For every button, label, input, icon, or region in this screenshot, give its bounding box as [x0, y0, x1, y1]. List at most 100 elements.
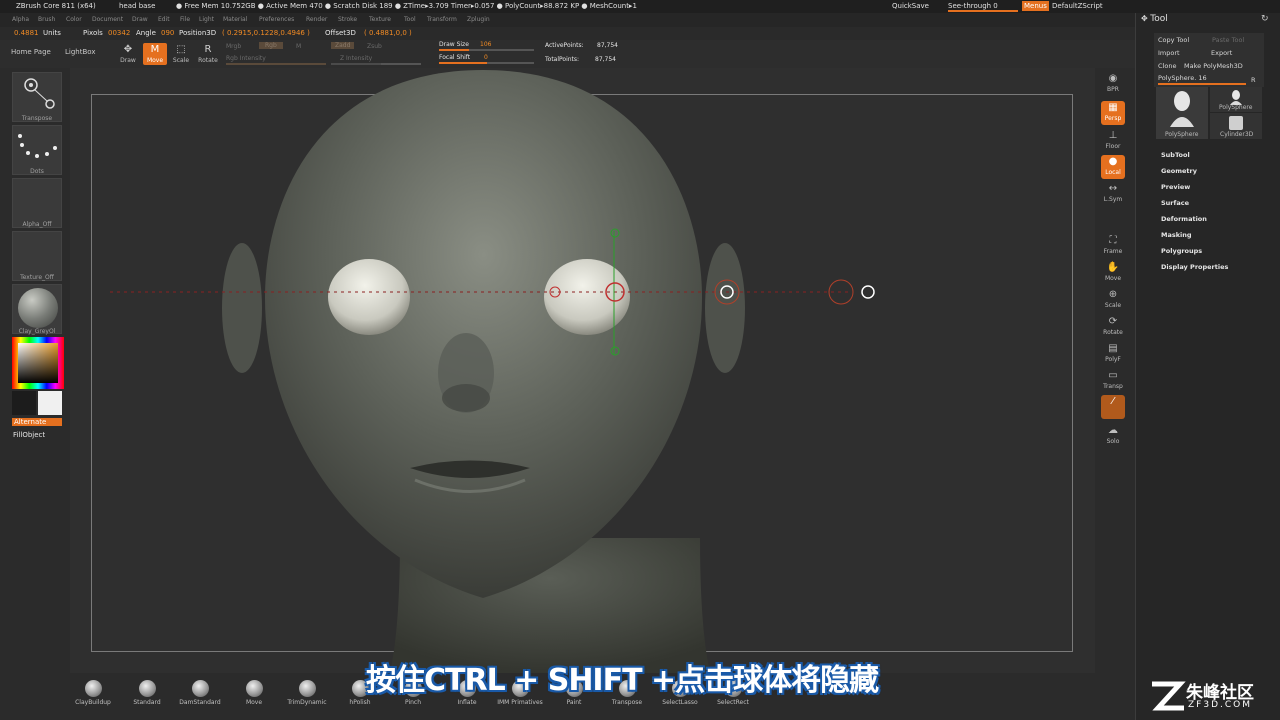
rotate-view-button[interactable]: ⟳ Rotate — [1101, 315, 1125, 339]
menu-document[interactable]: Document — [92, 16, 123, 23]
transparency-icon: ▭ — [1108, 370, 1118, 381]
menu-tool[interactable]: Tool — [404, 16, 416, 23]
draw-size-slider[interactable] — [439, 49, 534, 51]
see-through-slider[interactable]: See-through 0 — [948, 2, 1018, 12]
menu-material[interactable]: Material — [223, 16, 247, 23]
lsym-label: L.Sym — [1103, 196, 1123, 203]
secondary-color-swatch[interactable] — [38, 391, 62, 415]
polyf-button[interactable]: ▤ PolyF — [1101, 342, 1125, 366]
focal-shift-slider[interactable] — [439, 62, 534, 64]
zsub-button[interactable]: Zsub — [367, 43, 382, 50]
angle-value: 090 — [161, 29, 175, 37]
fillobject-button[interactable]: FillObject — [13, 431, 45, 439]
zadd-button[interactable]: Zadd — [331, 42, 355, 49]
menus-button[interactable]: Menus — [1022, 1, 1049, 11]
move-brush-label: Move — [245, 699, 263, 706]
color-picker[interactable] — [12, 337, 64, 389]
rotate-icon: R — [204, 44, 212, 55]
home-page-button[interactable]: Home Page — [11, 48, 51, 56]
menu-preferences[interactable]: Preferences — [259, 16, 294, 23]
video-subtitle: 按住CTRL + SHIFT +点击球体将隐藏 — [366, 663, 879, 698]
bpr-button[interactable]: ◉ BPR — [1101, 72, 1125, 96]
brush-standard[interactable]: Standard — [123, 680, 171, 706]
m-button[interactable]: M — [296, 43, 301, 50]
rgb-intensity-bar[interactable] — [226, 63, 326, 65]
trimdynamic-label: TrimDynamic — [287, 699, 327, 706]
menu-color[interactable]: Color — [66, 16, 82, 23]
menu-file[interactable]: File — [180, 16, 190, 23]
menu-texture[interactable]: Texture — [369, 16, 391, 23]
polygroups-section[interactable]: Polygroups — [1161, 247, 1202, 255]
hand-icon: ✋ — [1106, 262, 1120, 273]
brush-damstandard[interactable]: DamStandard — [176, 680, 224, 706]
bpr-label: BPR — [1107, 86, 1119, 93]
menu-light[interactable]: Light — [199, 16, 214, 23]
head-model[interactable] — [70, 68, 1095, 673]
scale-view-button[interactable]: ⊕ Scale — [1101, 288, 1125, 312]
rotate-button[interactable]: R Rotate — [196, 43, 220, 65]
lightbox-button[interactable]: LightBox — [65, 48, 95, 56]
menu-render[interactable]: Render — [306, 16, 327, 23]
paste-tool-button[interactable]: Paste Tool — [1212, 36, 1244, 47]
rgb-button[interactable]: Rgb — [259, 42, 283, 49]
transp-button[interactable]: ▭ Transp — [1101, 369, 1125, 393]
focal-shift-label: Focal Shift — [439, 54, 471, 61]
brush-trimdynamic[interactable]: TrimDynamic — [283, 680, 331, 706]
ghost-button[interactable]: ⁄ — [1101, 395, 1125, 419]
solo-button[interactable]: ☁ Solo — [1101, 424, 1125, 448]
draw-button[interactable]: ✥ Draw — [116, 43, 140, 65]
make-polymesh-button[interactable]: Make PolyMesh3D — [1184, 62, 1243, 73]
local-button[interactable]: ● Local — [1101, 155, 1125, 179]
pixols-label: Pixols — [83, 29, 103, 37]
menu-alpha[interactable]: Alpha — [12, 16, 29, 23]
quicksave-button[interactable]: QuickSave — [892, 2, 929, 10]
default-zscript-button[interactable]: DefaultZScript — [1052, 2, 1103, 10]
preview-section[interactable]: Preview — [1161, 183, 1190, 191]
copy-tool-button[interactable]: Copy Tool — [1158, 36, 1189, 47]
deformation-section[interactable]: Deformation — [1161, 215, 1207, 223]
selectlasso-label: SelectLasso — [662, 699, 698, 706]
draw-size-value: 106 — [480, 41, 492, 48]
main-color-swatch[interactable] — [12, 391, 36, 415]
surface-section[interactable]: Surface — [1161, 199, 1189, 207]
r-button[interactable]: R — [1251, 76, 1256, 87]
material-tile[interactable] — [12, 284, 62, 334]
menu-draw[interactable]: Draw — [132, 16, 148, 23]
floor-label: Floor — [1105, 143, 1121, 150]
export-button[interactable]: Export — [1211, 49, 1232, 60]
floor-button[interactable]: ⊥ Floor — [1101, 129, 1125, 153]
mrgb-button[interactable]: Mrgb — [226, 43, 241, 50]
persp-button[interactable]: ▦ Persp — [1101, 101, 1125, 125]
menu-zplugin[interactable]: Zplugin — [467, 16, 490, 23]
tool-panel-title[interactable]: ✥ Tool — [1141, 14, 1168, 24]
masking-section[interactable]: Masking — [1161, 231, 1192, 239]
z-intensity-bar[interactable] — [331, 63, 421, 65]
brush-claybuildup[interactable]: ClayBuildup — [69, 680, 117, 706]
menu-transform[interactable]: Transform — [427, 16, 457, 23]
tool-thumb-polysphere-head[interactable]: PolySphere — [1156, 87, 1208, 139]
current-tool-bar[interactable] — [1158, 83, 1246, 85]
tool-thumb-polysphere[interactable]: PolySphere — [1210, 87, 1262, 112]
z-intensity-slider[interactable]: Z Intensity — [340, 55, 372, 62]
rgb-intensity-slider[interactable]: Rgb Intensity — [226, 55, 266, 62]
brush-move[interactable]: Move — [230, 680, 278, 706]
geometry-section[interactable]: Geometry — [1161, 167, 1197, 175]
menu-brush[interactable]: Brush — [38, 16, 55, 23]
solo-label: Solo — [1106, 438, 1120, 445]
tool-thumb-cylinder[interactable]: Cylinder3D — [1210, 113, 1262, 139]
subtool-section[interactable]: SubTool — [1161, 151, 1190, 159]
menu-stroke[interactable]: Stroke — [338, 16, 357, 23]
frame-button[interactable]: ⛶ Frame — [1101, 234, 1125, 258]
move-button[interactable]: M Move — [143, 43, 167, 65]
refresh-icon[interactable]: ↻ — [1261, 14, 1269, 24]
lsym-button[interactable]: ↔ L.Sym — [1101, 182, 1125, 206]
scale-button[interactable]: ⬚ Scale — [169, 43, 193, 65]
move-view-button[interactable]: ✋ Move — [1101, 261, 1125, 285]
display-properties-section[interactable]: Display Properties — [1161, 263, 1228, 271]
alternate-button[interactable]: Alternate — [12, 418, 62, 426]
clone-button[interactable]: Clone — [1158, 62, 1176, 73]
menu-edit[interactable]: Edit — [158, 16, 170, 23]
left-eye-sphere[interactable] — [328, 259, 410, 335]
import-button[interactable]: Import — [1158, 49, 1180, 60]
claybuildup-label: ClayBuildup — [75, 699, 111, 706]
